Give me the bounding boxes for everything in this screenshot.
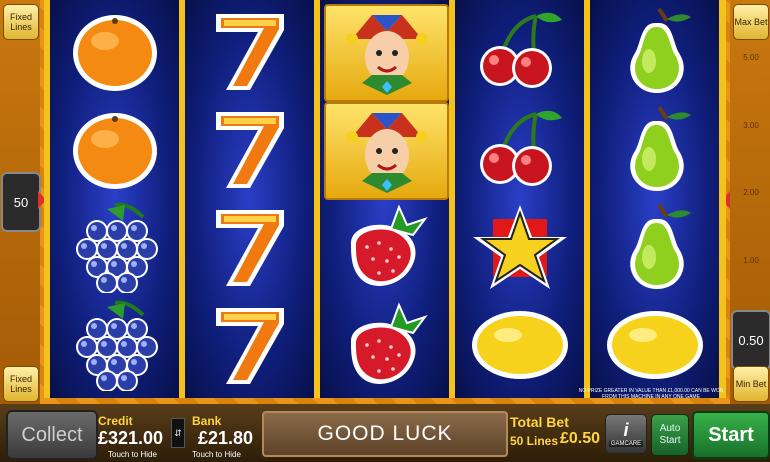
bank-hint: Touch to Hide <box>192 450 241 459</box>
auto-start-label: Start <box>659 435 681 446</box>
bank-label: Bank <box>192 414 222 428</box>
seven-symbol <box>185 296 314 394</box>
auto-start-button[interactable]: Auto Start <box>651 414 689 456</box>
lines-value: 50 <box>13 194 29 210</box>
left-panel: Fixed Lines 50 Fixed Lines <box>0 0 41 404</box>
lemon-symbol <box>590 296 719 394</box>
slot-machine: Fixed Lines 50 Fixed Lines Max Bet 0.50 … <box>0 0 770 462</box>
grapes-symbol <box>50 296 179 394</box>
seven-symbol <box>185 2 314 100</box>
cherries-symbol <box>455 2 584 100</box>
bank-value[interactable]: £21.80 <box>198 428 253 449</box>
reel-3 <box>320 0 449 398</box>
max-prize-notice: NO PRIZE GREATER IN VALUE THAN £1,000.00… <box>578 388 724 400</box>
pear-symbol <box>590 198 719 296</box>
reel-1 <box>50 0 179 398</box>
total-bet-value: £0.50 <box>560 430 601 447</box>
scale-tick: 1.00 <box>743 256 759 265</box>
lines-text: 50 Lines <box>510 434 559 448</box>
reel-area <box>44 0 726 398</box>
start-button[interactable]: Start <box>692 411 770 459</box>
orange-symbol <box>50 100 179 198</box>
seven-symbol <box>185 198 314 296</box>
scale-tick: 3.00 <box>743 121 759 130</box>
lemon-symbol <box>455 296 584 394</box>
joker-symbol <box>320 100 449 200</box>
cherries-symbol <box>455 100 584 198</box>
bet-display-right[interactable]: 0.50 <box>731 310 770 370</box>
message-display: GOOD LUCK <box>262 411 508 457</box>
max-bet-button[interactable]: Max Bet <box>733 4 769 40</box>
scale-tick: 2.00 <box>743 188 759 197</box>
fixed-lines-label: Fixed Lines <box>9 12 32 32</box>
auto-label: Auto <box>659 423 681 434</box>
joker-frame <box>324 102 449 200</box>
info-icon: i <box>623 420 629 440</box>
orange-symbol <box>50 2 179 100</box>
strawberry-symbol <box>320 198 449 296</box>
pear-symbol <box>590 2 719 100</box>
info-button[interactable]: i GAMCARE <box>605 414 647 454</box>
scale-tick: 5.00 <box>743 53 759 62</box>
reel-5 <box>590 0 719 398</box>
max-bet-label: Max Bet <box>734 17 768 27</box>
fixed-lines-button-bottom[interactable]: Fixed Lines <box>3 366 39 402</box>
seven-symbol <box>185 100 314 198</box>
bet-value: 0.50 <box>738 332 764 348</box>
joker-frame <box>324 4 449 102</box>
swap-icon[interactable]: ⇵ <box>171 418 185 448</box>
credit-label: Credit <box>98 414 133 428</box>
lines-display-left[interactable]: 50 <box>1 172 41 232</box>
reel-4 <box>455 0 584 398</box>
gamcare-logo: GAMCARE <box>608 441 644 447</box>
reel-2 <box>185 0 314 398</box>
total-bet-label: Total Bet <box>510 414 569 430</box>
min-bet-button[interactable]: Min Bet <box>733 366 769 402</box>
collect-button[interactable]: Collect <box>6 410 98 460</box>
fixed-lines-button-top[interactable]: Fixed Lines <box>3 4 39 40</box>
star-symbol <box>455 198 584 296</box>
min-bet-label: Min Bet <box>735 379 767 389</box>
joker-symbol <box>320 2 449 102</box>
credit-value[interactable]: £321.00 <box>98 428 163 449</box>
grapes-symbol <box>50 198 179 296</box>
strawberry-symbol <box>320 296 449 394</box>
credit-hint: Touch to Hide <box>108 450 157 459</box>
fixed-lines-label-bottom: Fixed Lines <box>9 374 32 394</box>
pear-symbol <box>590 100 719 198</box>
